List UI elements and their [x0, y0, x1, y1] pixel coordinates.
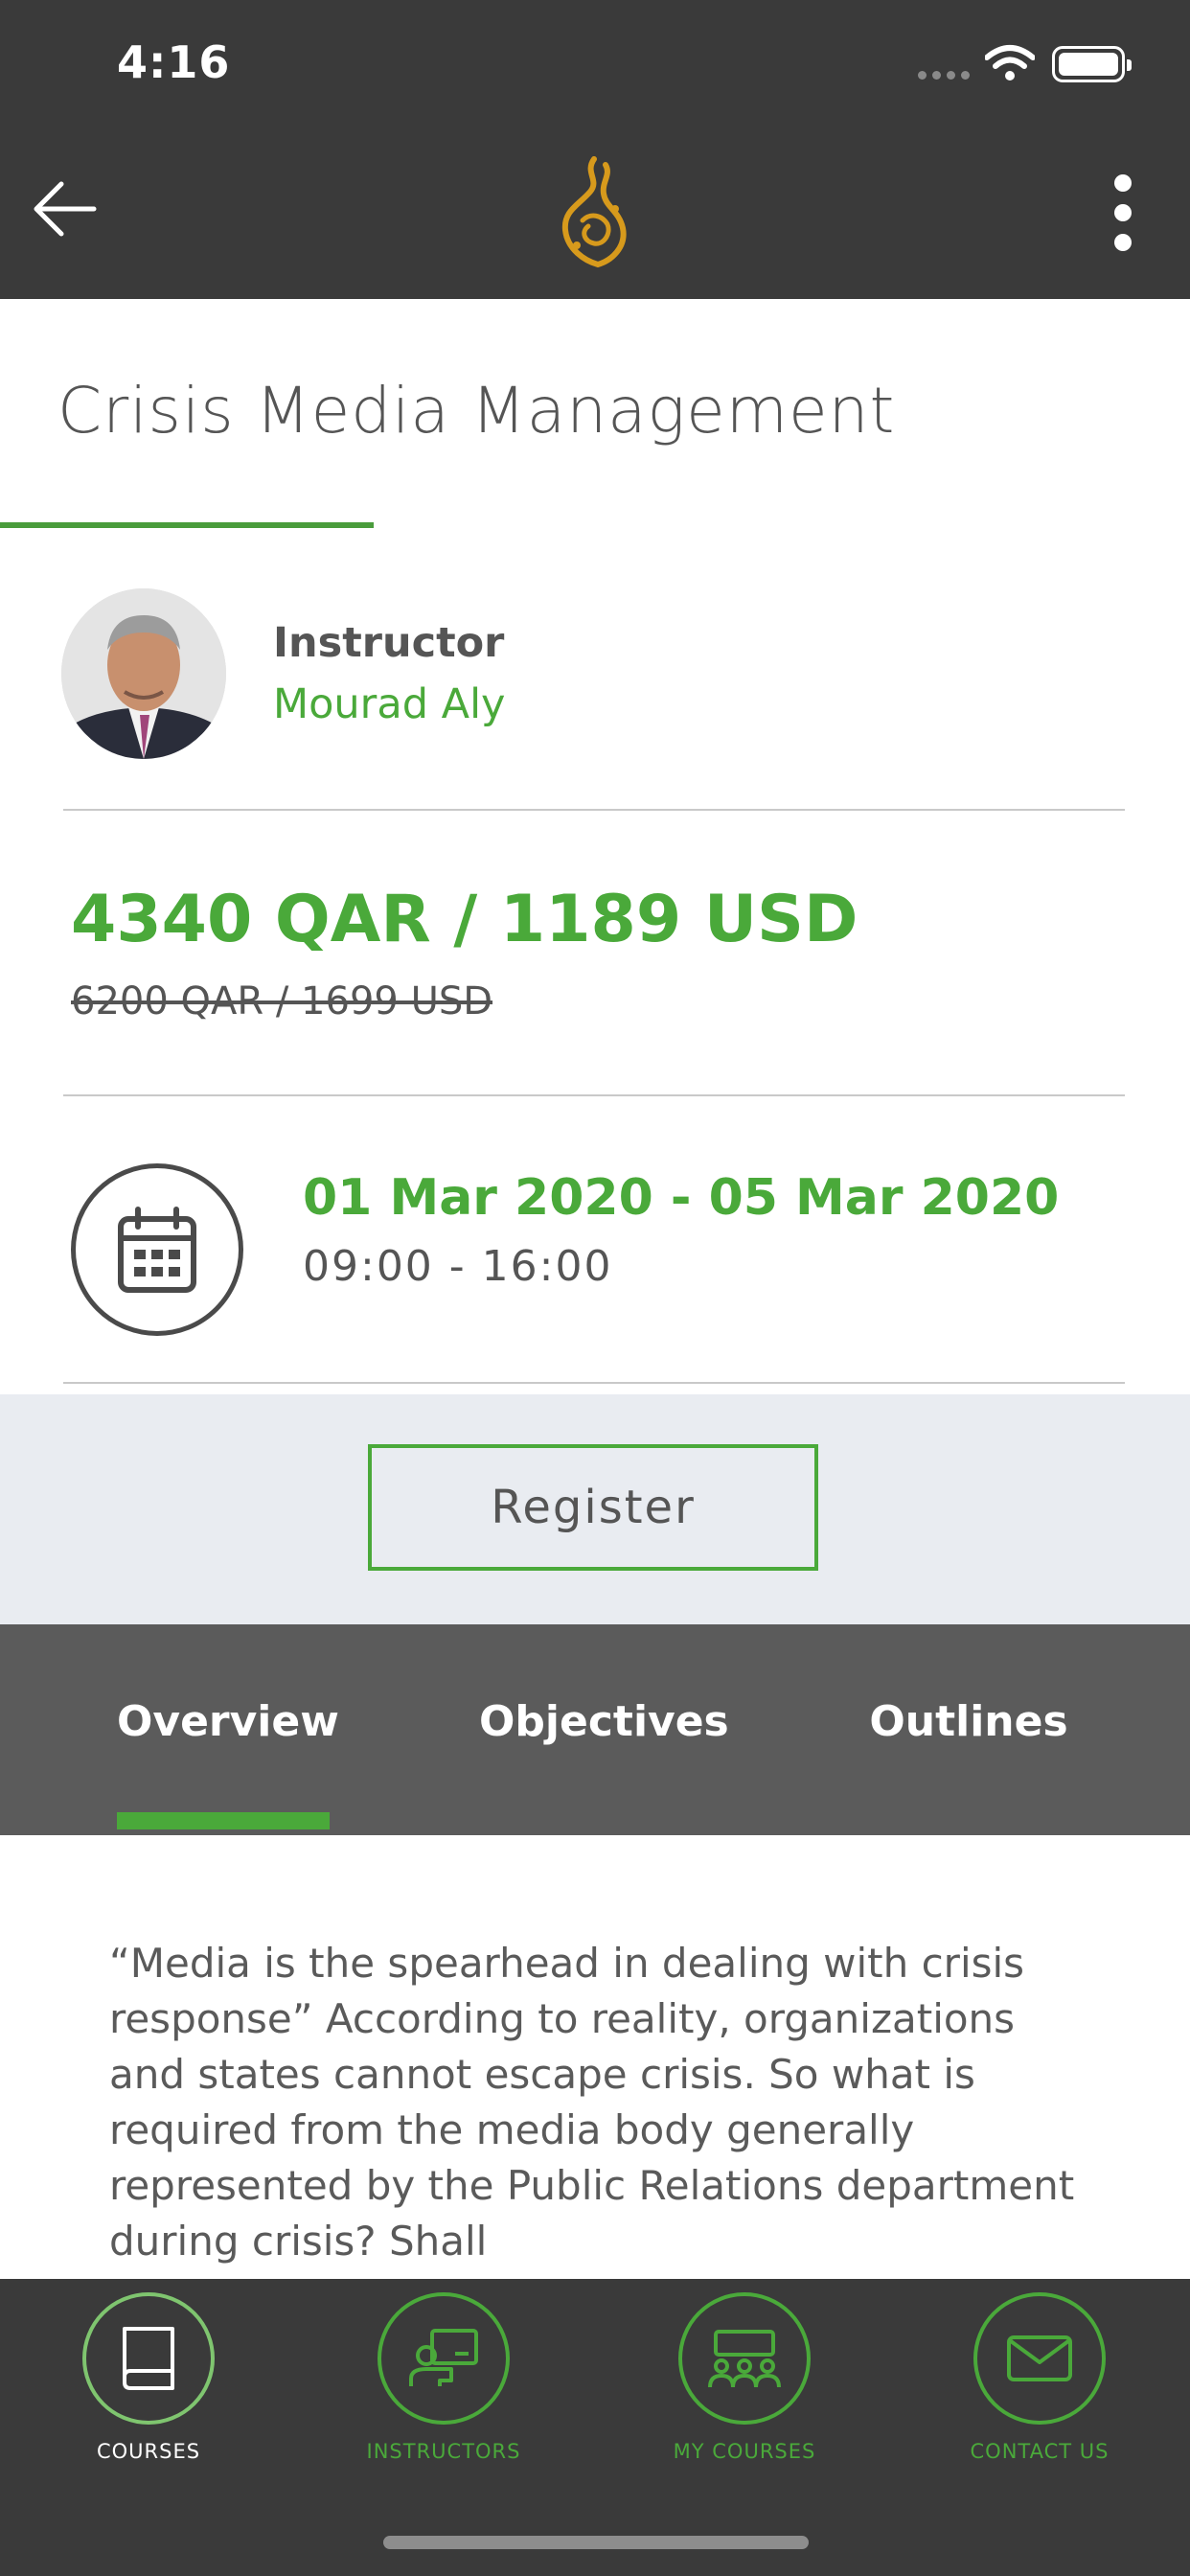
price-original: 6200 QAR / 1699 USD — [71, 979, 493, 1024]
register-button[interactable]: Register — [368, 1444, 818, 1571]
nav-my-courses-label: MY COURSES — [673, 2440, 816, 2463]
back-arrow-icon[interactable] — [27, 171, 103, 247]
nav-my-courses[interactable]: MY COURSES — [649, 2292, 840, 2463]
tab-overview[interactable]: Overview — [117, 1697, 339, 1746]
instructor-avatar[interactable] — [61, 588, 226, 759]
instructor-label: Instructor — [273, 619, 505, 667]
course-title: Crisis Media Management — [57, 374, 896, 448]
aljazeera-logo — [561, 156, 627, 268]
overview-text: “Media is the spearhead in dealing with … — [109, 1940, 1075, 2265]
group-icon — [708, 2330, 781, 2388]
course-date-range: 01 Mar 2020 - 05 Mar 2020 — [303, 1169, 1060, 1227]
price-current: 4340 QAR / 1189 USD — [71, 882, 858, 957]
calendar-icon — [71, 1163, 243, 1336]
book-icon — [123, 2327, 174, 2390]
nav-contact-us[interactable]: CONTACT US — [944, 2292, 1135, 2463]
status-time: 4:16 — [117, 36, 231, 88]
divider — [63, 1094, 1125, 1096]
status-bar: 4:16 — [0, 0, 1190, 125]
active-tab-indicator — [117, 1812, 330, 1829]
nav-contact-us-label: CONTACT US — [970, 2440, 1110, 2463]
divider — [63, 1382, 1125, 1384]
wifi-icon — [985, 45, 1035, 80]
header — [0, 125, 1190, 299]
title-underline — [0, 522, 374, 528]
cellular-signal-icon — [918, 71, 970, 80]
battery-icon — [1052, 46, 1132, 82]
tab-objectives[interactable]: Objectives — [479, 1697, 729, 1746]
nav-courses[interactable]: COURSES — [53, 2292, 244, 2463]
more-options-icon[interactable] — [1102, 174, 1144, 251]
divider — [63, 809, 1125, 811]
nav-courses-label: COURSES — [96, 2440, 201, 2463]
tab-outlines[interactable]: Outlines — [862, 1697, 1075, 1746]
nav-instructors[interactable]: INSTRUCTORS — [348, 2292, 539, 2463]
nav-instructors-label: INSTRUCTORS — [366, 2440, 521, 2463]
register-section: Register — [0, 1394, 1190, 1624]
envelope-icon — [1007, 2335, 1072, 2381]
instructor-name-link[interactable]: Mourad Aly — [273, 680, 505, 728]
home-indicator[interactable] — [383, 2536, 809, 2549]
instructor-board-icon — [409, 2329, 478, 2386]
bottom-navigation: COURSES INSTRUCTORS MY COURSES CONTACT U… — [0, 2279, 1190, 2576]
tab-bar: Overview Objectives Outlines — [0, 1624, 1190, 1835]
course-time-range: 09:00 - 16:00 — [303, 1242, 613, 1291]
